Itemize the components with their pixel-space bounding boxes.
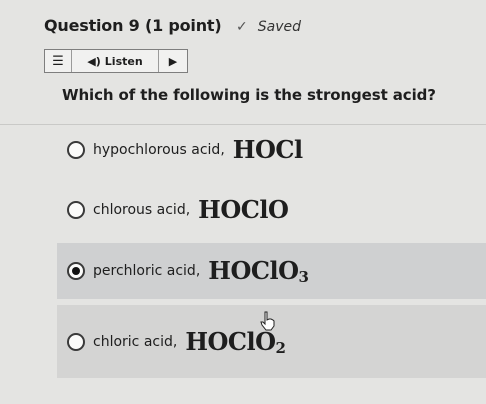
- option-name: chloric acid,: [93, 333, 178, 350]
- listen-label: Listen: [104, 54, 143, 68]
- hand-pointer-icon: [260, 311, 276, 335]
- option-name: chlorous acid,: [93, 202, 191, 218]
- listen-button[interactable]: ◀) Listen: [72, 50, 159, 72]
- divider: [0, 124, 486, 125]
- option-formula: HOCl: [232, 135, 303, 164]
- checkmark-icon: ✓: [236, 19, 248, 35]
- radio-button[interactable]: [67, 141, 85, 159]
- saved-status: ✓ Saved: [236, 19, 301, 35]
- option-name: hypochlorous acid,: [93, 142, 225, 158]
- answer-option-hocl[interactable]: hypochlorous acid, HOCl: [57, 133, 486, 167]
- radio-dot: [72, 267, 80, 275]
- radio-button[interactable]: [67, 201, 85, 219]
- question-text: Which of the following is the strongest …: [62, 86, 436, 104]
- radio-button[interactable]: [67, 332, 85, 351]
- question-title: Question 9 (1 point): [44, 16, 222, 35]
- answer-option-hoclo3[interactable]: perchloric acid, HOClO3: [57, 243, 486, 299]
- saved-label: Saved: [257, 19, 301, 35]
- speaker-icon: ◀): [87, 54, 101, 68]
- option-formula: HOClO3: [208, 256, 309, 286]
- play-icon[interactable]: ▶: [159, 50, 187, 72]
- menu-icon[interactable]: ☰: [45, 50, 72, 72]
- option-formula: HOClO: [198, 195, 289, 224]
- radio-button-selected[interactable]: [67, 262, 85, 280]
- readspeaker-toolbar: ☰ ◀) Listen ▶: [44, 49, 188, 73]
- answer-option-hoclo[interactable]: chlorous acid, HOClO: [57, 192, 486, 228]
- option-name: perchloric acid,: [93, 263, 201, 279]
